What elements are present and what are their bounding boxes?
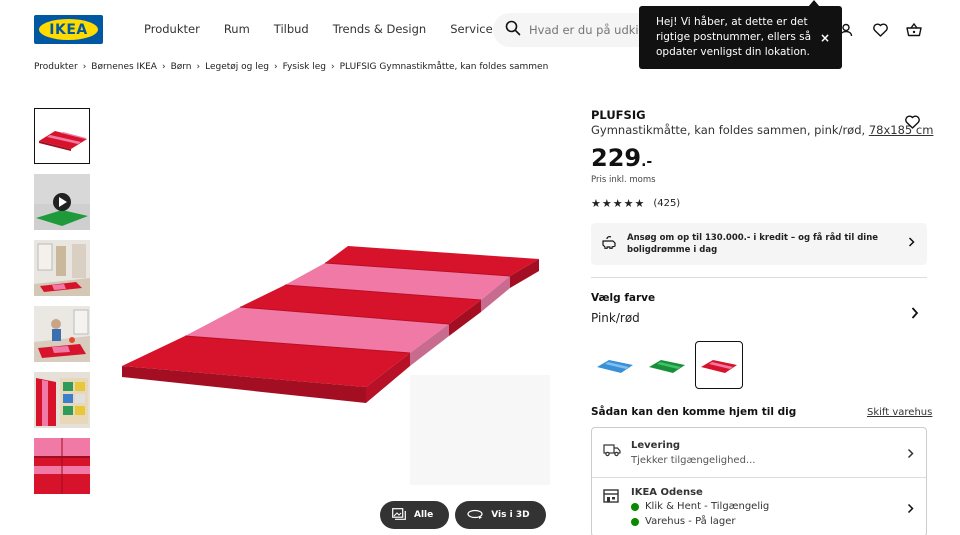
view-3d-label: Vis i 3D <box>491 510 530 520</box>
color-swatches <box>591 341 743 389</box>
breadcrumb-current: PLUFSIG Gymnastikmåtte, kan foldes samme… <box>339 62 549 72</box>
close-icon[interactable]: × <box>820 31 830 46</box>
rating-count: (425) <box>653 198 681 209</box>
thumbnail-product[interactable] <box>34 108 90 164</box>
tooltip-text: Hej! Vi håber, at dette er det rigtige p… <box>656 16 812 58</box>
breadcrumb-item[interactable]: Legetøj og leg <box>205 62 269 72</box>
swatch-pink-red[interactable] <box>695 341 743 389</box>
view-3d-button[interactable]: Vis i 3D <box>455 501 546 529</box>
product-size-link[interactable]: 78x185 cm <box>869 123 934 137</box>
chevron-right-icon <box>907 443 914 462</box>
click-collect-label: Klik & Hent - Tilgængelig <box>645 501 770 512</box>
header-actions <box>836 20 924 40</box>
divider <box>591 277 927 278</box>
logo-oval: IKEA <box>39 19 98 40</box>
nav-produkter[interactable]: Produkter <box>144 22 200 36</box>
thumbnail-detail[interactable] <box>34 438 90 494</box>
heart-icon[interactable] <box>870 20 890 40</box>
breadcrumb: Produkter › Børnenes IKEA › Børn › Leget… <box>34 62 548 72</box>
delivery-title: Sådan kan den komme hjem til dig <box>591 406 797 418</box>
swatch-blue[interactable] <box>591 341 639 389</box>
chevron-right-icon: › <box>273 62 278 72</box>
in-store-status: Varehus - På lager <box>631 516 736 527</box>
price-value: 229 <box>591 144 642 172</box>
all-images-label: Alle <box>414 510 434 520</box>
change-store-link[interactable]: Skift varehus <box>867 407 932 418</box>
thumbnail-list <box>34 108 90 504</box>
truck-icon <box>603 442 621 461</box>
breadcrumb-item[interactable]: Børn <box>171 62 192 72</box>
thumbnail-room-1[interactable] <box>34 240 90 296</box>
product-name: PLUFSIG <box>591 108 646 122</box>
delivery-options: Levering Tjekker tilgængelighed... IKEA … <box>591 427 927 535</box>
click-collect-status: Klik & Hent - Tilgængelig <box>631 501 769 512</box>
product-description: Gymnastikmåtte, kan foldes sammen, pink/… <box>591 123 933 137</box>
location-tooltip: Hej! Vi håber, at dette er det rigtige p… <box>639 0 842 69</box>
thumbnail-storage[interactable] <box>34 372 90 428</box>
chevron-right-icon: › <box>161 62 166 72</box>
price-suffix: .- <box>641 154 653 170</box>
ikea-logo[interactable]: IKEA <box>34 15 103 44</box>
color-value: Pink/rød <box>591 311 640 325</box>
chevron-right-icon: › <box>196 62 201 72</box>
breadcrumb-item[interactable]: Produkter <box>34 62 78 72</box>
store-option[interactable]: IKEA Odense Klik & Hent - Tilgængelig Va… <box>592 478 926 535</box>
nav-rum[interactable]: Rum <box>224 22 250 36</box>
search-icon <box>505 20 521 40</box>
credit-text: Ansøg om op til 130.000.- i kredit – og … <box>627 233 879 255</box>
image-actions: Alle Vis i 3D <box>380 501 546 529</box>
shipping-status: Tjekker tilgængelighed... <box>631 455 756 466</box>
product-price: 229.- <box>591 144 652 172</box>
product-info: PLUFSIG Gymnastikmåtte, kan foldes samme… <box>591 108 933 137</box>
swatch-green[interactable] <box>643 341 691 389</box>
color-label: Vælg farve <box>591 292 656 304</box>
available-dot-icon <box>631 517 639 526</box>
thumbnail-video[interactable] <box>34 174 90 230</box>
favorite-heart-icon[interactable] <box>905 114 920 133</box>
store-icon <box>603 488 619 507</box>
gallery-icon <box>392 507 406 523</box>
shipping-option[interactable]: Levering Tjekker tilgængelighed... <box>592 428 926 478</box>
credit-banner[interactable]: Ansøg om op til 130.000.- i kredit – og … <box>591 223 927 265</box>
in-store-label: Varehus - På lager <box>645 516 736 527</box>
all-images-button[interactable]: Alle <box>380 501 450 529</box>
price-note: Pris inkl. moms <box>591 175 656 185</box>
shipping-title: Levering <box>631 440 681 451</box>
main-nav: Produkter Rum Tilbud Trends & Design Ser… <box>144 22 521 36</box>
available-dot-icon <box>631 502 639 511</box>
nav-servicer[interactable]: Servicer <box>450 22 497 36</box>
thumbnail-room-2[interactable] <box>34 306 90 362</box>
nav-tilbud[interactable]: Tilbud <box>274 22 309 36</box>
chevron-right-icon <box>908 237 915 251</box>
chevron-right-icon: › <box>330 62 335 72</box>
chevron-right-icon[interactable] <box>911 304 919 323</box>
cart-icon[interactable] <box>904 20 924 40</box>
product-main-image[interactable] <box>110 200 570 500</box>
store-name: IKEA Odense <box>631 487 703 498</box>
product-rating[interactable]: ★★★★★ (425) <box>591 197 680 210</box>
product-description-text: Gymnastikmåtte, kan foldes sammen, pink/… <box>591 123 866 137</box>
chevron-right-icon <box>907 499 914 518</box>
piggy-bank-icon <box>601 235 617 253</box>
tooltip-arrow <box>808 0 820 7</box>
rotate-3d-icon <box>467 509 483 522</box>
rating-stars-icon: ★★★★★ <box>591 197 646 210</box>
breadcrumb-item[interactable]: Børnenes IKEA <box>91 62 157 72</box>
logo-text: IKEA <box>49 22 88 38</box>
nav-trends-design[interactable]: Trends & Design <box>333 22 426 36</box>
breadcrumb-item[interactable]: Fysisk leg <box>283 62 326 72</box>
chevron-right-icon: › <box>82 62 87 72</box>
